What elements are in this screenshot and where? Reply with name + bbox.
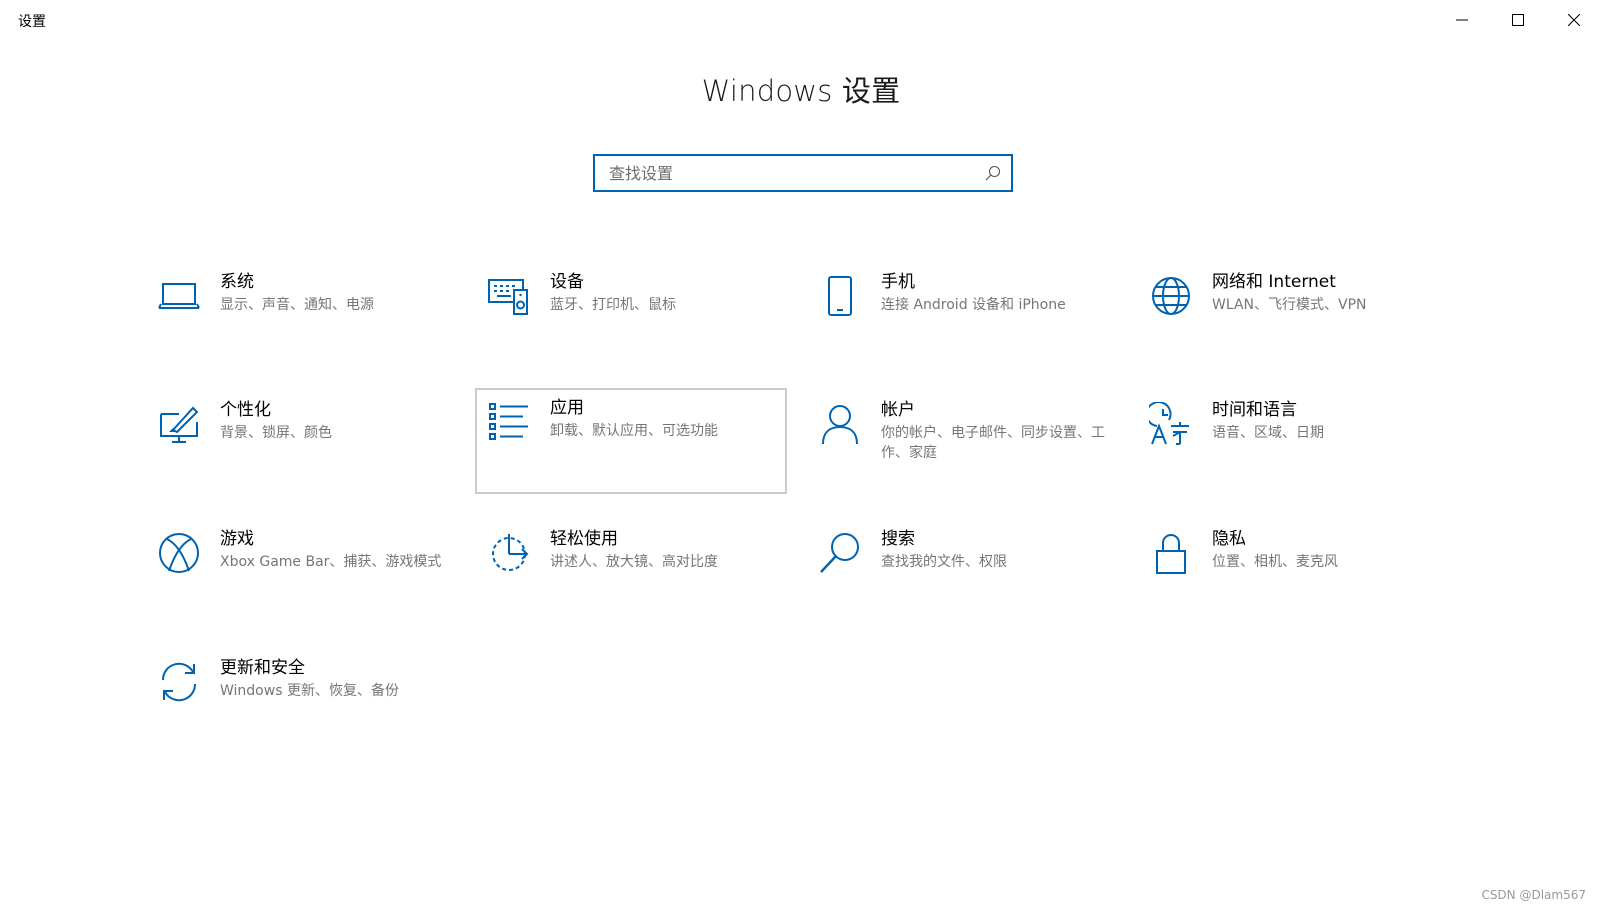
apps-list-icon bbox=[489, 403, 528, 440]
tile-description: Windows 更新、恢复、备份 bbox=[220, 683, 399, 699]
tile-privacy[interactable]: 隐私 位置、相机、麦克风 bbox=[1137, 519, 1449, 623]
tile-personalization[interactable]: 个性化 背景、锁屏、颜色 bbox=[145, 390, 457, 494]
tile-accounts[interactable]: 帐户 你的帐户、电子邮件、同步设置、工作、家庭 bbox=[806, 390, 1118, 494]
minimize-button[interactable] bbox=[1434, 0, 1490, 40]
search-box[interactable] bbox=[593, 154, 1013, 192]
tile-phone[interactable]: 手机 连接 Android 设备和 iPhone bbox=[806, 262, 1118, 366]
globe-icon bbox=[1152, 277, 1190, 315]
search-icon[interactable] bbox=[985, 165, 1001, 181]
laptop-icon bbox=[158, 283, 200, 309]
title-bar: 设置 bbox=[0, 0, 1602, 40]
tile-description: 蓝牙、打印机、鼠标 bbox=[550, 297, 676, 313]
close-icon bbox=[1568, 14, 1580, 26]
time-language-icon bbox=[1149, 402, 1189, 445]
tile-label: 更新和安全 bbox=[220, 658, 305, 678]
tile-label: 游戏 bbox=[220, 529, 254, 549]
tile-ease-of-access[interactable]: 轻松使用 讲述人、放大镜、高对比度 bbox=[475, 519, 787, 623]
tile-label: 系统 bbox=[220, 272, 254, 292]
tile-description: 连接 Android 设备和 iPhone bbox=[881, 297, 1066, 313]
close-button[interactable] bbox=[1546, 0, 1602, 40]
ease-of-access-icon bbox=[492, 534, 529, 571]
tile-description: 讲述人、放大镜、高对比度 bbox=[550, 554, 718, 570]
search-icon bbox=[820, 533, 859, 573]
xbox-icon bbox=[159, 533, 199, 573]
personalization-icon bbox=[160, 406, 199, 443]
tile-description: 卸载、默认应用、可选功能 bbox=[550, 423, 718, 439]
tile-label: 应用 bbox=[550, 398, 584, 418]
person-icon bbox=[822, 405, 858, 445]
tile-time-language[interactable]: 时间和语言 语音、区域、日期 bbox=[1137, 390, 1449, 494]
maximize-button[interactable] bbox=[1490, 0, 1546, 40]
tile-network[interactable]: 网络和 Internet WLAN、飞行模式、VPN bbox=[1137, 262, 1449, 366]
search-input[interactable] bbox=[595, 156, 979, 190]
tile-apps[interactable]: 应用 卸载、默认应用、可选功能 bbox=[475, 388, 787, 494]
tile-label: 时间和语言 bbox=[1212, 400, 1297, 420]
tile-description: 背景、锁屏、颜色 bbox=[220, 425, 332, 441]
tile-search[interactable]: 搜索 查找我的文件、权限 bbox=[806, 519, 1118, 623]
tile-devices[interactable]: 设备 蓝牙、打印机、鼠标 bbox=[475, 262, 787, 366]
minimize-icon bbox=[1456, 19, 1468, 21]
tile-description: 显示、声音、通知、电源 bbox=[220, 297, 374, 313]
maximize-icon bbox=[1512, 14, 1524, 26]
update-icon bbox=[161, 662, 197, 702]
tile-label: 隐私 bbox=[1212, 529, 1246, 549]
watermark: CSDN @Dlam567 bbox=[1481, 888, 1586, 902]
tile-label: 设备 bbox=[550, 272, 584, 292]
tile-label: 手机 bbox=[881, 272, 915, 292]
page-title: Windows 设置 bbox=[701, 74, 901, 108]
phone-icon bbox=[828, 276, 852, 316]
tile-gaming[interactable]: 游戏 Xbox Game Bar、捕获、游戏模式 bbox=[145, 519, 457, 623]
tile-description: 语音、区域、日期 bbox=[1212, 425, 1324, 441]
tile-label: 网络和 Internet bbox=[1212, 272, 1336, 292]
tile-label: 个性化 bbox=[220, 400, 271, 420]
lock-icon bbox=[1156, 534, 1186, 574]
tile-description: 位置、相机、麦克风 bbox=[1212, 554, 1338, 570]
devices-icon bbox=[488, 279, 528, 315]
tile-label: 轻松使用 bbox=[550, 529, 618, 549]
tile-label: 帐户 bbox=[881, 400, 915, 420]
tile-description: WLAN、飞行模式、VPN bbox=[1212, 297, 1367, 313]
settings-window: 设置 Windows 设置 系统 显示、声音、通知、 bbox=[0, 0, 1602, 908]
window-title: 设置 bbox=[18, 14, 46, 30]
tile-description: Xbox Game Bar、捕获、游戏模式 bbox=[220, 554, 442, 570]
tile-description: 你的帐户、电子邮件、同步设置、工作、家庭 bbox=[881, 425, 1105, 461]
tile-system[interactable]: 系统 显示、声音、通知、电源 bbox=[145, 262, 457, 366]
tile-description: 查找我的文件、权限 bbox=[881, 554, 1007, 570]
tile-update-security[interactable]: 更新和安全 Windows 更新、恢复、备份 bbox=[145, 648, 457, 752]
tile-label: 搜索 bbox=[881, 529, 915, 549]
